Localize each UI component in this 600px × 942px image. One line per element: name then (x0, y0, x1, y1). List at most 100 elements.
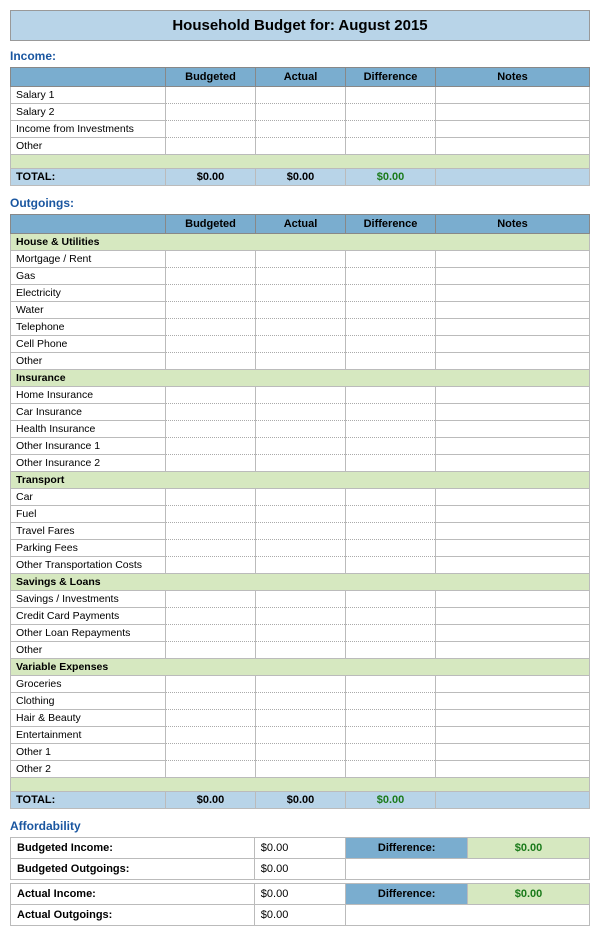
outgoings-row-actual[interactable] (256, 693, 346, 710)
outgoings-row-notes[interactable] (436, 285, 590, 302)
outgoings-row-notes[interactable] (436, 642, 590, 659)
outgoings-row-notes[interactable] (436, 438, 590, 455)
outgoings-row-budgeted[interactable] (166, 353, 256, 370)
outgoings-row-actual[interactable] (256, 523, 346, 540)
outgoings-row-notes[interactable] (436, 523, 590, 540)
income-row-actual[interactable] (256, 138, 346, 155)
outgoings-row-notes[interactable] (436, 693, 590, 710)
income-row-budgeted[interactable] (166, 138, 256, 155)
outgoings-row-notes[interactable] (436, 727, 590, 744)
outgoings-row-actual[interactable] (256, 761, 346, 778)
outgoings-row-budgeted[interactable] (166, 285, 256, 302)
outgoings-row-actual[interactable] (256, 285, 346, 302)
income-row-budgeted[interactable] (166, 121, 256, 138)
outgoings-row-notes[interactable] (436, 455, 590, 472)
outgoings-row-notes[interactable] (436, 302, 590, 319)
outgoings-row-notes[interactable] (436, 251, 590, 268)
outgoings-row-actual[interactable] (256, 710, 346, 727)
outgoings-row-actual[interactable] (256, 625, 346, 642)
outgoings-row-budgeted[interactable] (166, 676, 256, 693)
outgoings-row-notes[interactable] (436, 540, 590, 557)
outgoings-row-notes[interactable] (436, 761, 590, 778)
outgoings-row-actual[interactable] (256, 353, 346, 370)
outgoings-row-budgeted[interactable] (166, 302, 256, 319)
outgoings-row-actual[interactable] (256, 336, 346, 353)
outgoings-row-budgeted[interactable] (166, 625, 256, 642)
outgoings-row-budgeted[interactable] (166, 438, 256, 455)
outgoings-row-budgeted[interactable] (166, 404, 256, 421)
outgoings-row-budgeted[interactable] (166, 761, 256, 778)
outgoings-row-budgeted[interactable] (166, 319, 256, 336)
outgoings-row-budgeted[interactable] (166, 727, 256, 744)
outgoings-row-actual[interactable] (256, 489, 346, 506)
outgoings-row-budgeted[interactable] (166, 557, 256, 574)
income-row: Other (11, 138, 590, 155)
outgoings-row-notes[interactable] (436, 710, 590, 727)
income-row-notes[interactable] (436, 87, 590, 104)
outgoings-row-budgeted[interactable] (166, 744, 256, 761)
outgoings-row-difference (346, 642, 436, 659)
outgoings-row-budgeted[interactable] (166, 489, 256, 506)
outgoings-row-actual[interactable] (256, 421, 346, 438)
outgoings-row-actual[interactable] (256, 727, 346, 744)
outgoings-row-budgeted[interactable] (166, 506, 256, 523)
outgoings-row-notes[interactable] (436, 387, 590, 404)
outgoings-row-budgeted[interactable] (166, 387, 256, 404)
outgoings-row-actual[interactable] (256, 608, 346, 625)
income-row-actual[interactable] (256, 104, 346, 121)
outgoings-row-actual[interactable] (256, 404, 346, 421)
outgoings-row-budgeted[interactable] (166, 251, 256, 268)
outgoings-row-actual[interactable] (256, 268, 346, 285)
outgoings-row-budgeted[interactable] (166, 591, 256, 608)
outgoings-row-actual[interactable] (256, 251, 346, 268)
outgoings-row-budgeted[interactable] (166, 693, 256, 710)
income-total-difference: $0.00 (346, 169, 436, 186)
outgoings-row-notes[interactable] (436, 421, 590, 438)
outgoings-row-actual[interactable] (256, 319, 346, 336)
outgoings-row-actual[interactable] (256, 506, 346, 523)
outgoings-row-notes[interactable] (436, 591, 590, 608)
outgoings-row-budgeted[interactable] (166, 268, 256, 285)
outgoings-row-notes[interactable] (436, 319, 590, 336)
outgoings-row-notes[interactable] (436, 336, 590, 353)
outgoings-row-notes[interactable] (436, 744, 590, 761)
outgoings-row-budgeted[interactable] (166, 642, 256, 659)
outgoings-row-notes[interactable] (436, 506, 590, 523)
outgoings-row-actual[interactable] (256, 557, 346, 574)
outgoings-row-difference (346, 625, 436, 642)
outgoings-row-difference (346, 489, 436, 506)
outgoings-row-difference (346, 268, 436, 285)
outgoings-row-actual[interactable] (256, 438, 346, 455)
outgoings-row-actual[interactable] (256, 455, 346, 472)
income-row-actual[interactable] (256, 87, 346, 104)
income-row-notes[interactable] (436, 104, 590, 121)
income-row-actual[interactable] (256, 121, 346, 138)
outgoings-row-actual[interactable] (256, 302, 346, 319)
outgoings-row-actual[interactable] (256, 540, 346, 557)
outgoings-row-budgeted[interactable] (166, 421, 256, 438)
income-row-budgeted[interactable] (166, 87, 256, 104)
outgoings-row-notes[interactable] (436, 404, 590, 421)
outgoings-row-budgeted[interactable] (166, 710, 256, 727)
outgoings-row-notes[interactable] (436, 353, 590, 370)
outgoings-row-budgeted[interactable] (166, 540, 256, 557)
outgoings-row-budgeted[interactable] (166, 455, 256, 472)
outgoings-row-actual[interactable] (256, 387, 346, 404)
outgoings-row-actual[interactable] (256, 744, 346, 761)
outgoings-row-notes[interactable] (436, 557, 590, 574)
outgoings-row-budgeted[interactable] (166, 523, 256, 540)
outgoings-row-actual[interactable] (256, 591, 346, 608)
outgoings-row-budgeted[interactable] (166, 608, 256, 625)
outgoings-row-notes[interactable] (436, 489, 590, 506)
income-row-notes[interactable] (436, 121, 590, 138)
outgoings-row-notes[interactable] (436, 268, 590, 285)
outgoings-row-notes[interactable] (436, 676, 590, 693)
outgoings-table: Budgeted Actual Difference Notes House &… (10, 214, 590, 809)
income-row-notes[interactable] (436, 138, 590, 155)
outgoings-row-actual[interactable] (256, 642, 346, 659)
outgoings-row-actual[interactable] (256, 676, 346, 693)
outgoings-row-notes[interactable] (436, 625, 590, 642)
income-row-budgeted[interactable] (166, 104, 256, 121)
outgoings-row-budgeted[interactable] (166, 336, 256, 353)
outgoings-row-notes[interactable] (436, 608, 590, 625)
